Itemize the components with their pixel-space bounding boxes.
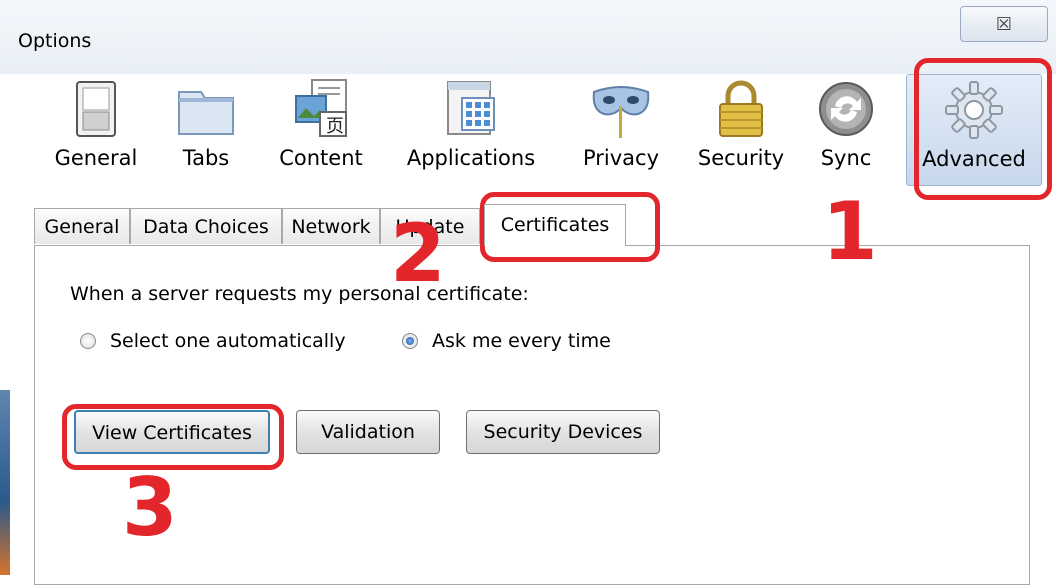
radio-label: Ask me every time xyxy=(432,330,611,352)
security-devices-button[interactable]: Security Devices xyxy=(466,410,660,454)
toolbar-label: Content xyxy=(279,146,363,170)
toolbar-applications[interactable]: Applications xyxy=(396,74,546,184)
toolbar-label: Advanced xyxy=(922,147,1026,171)
padlock-icon xyxy=(719,80,763,137)
certificate-request-prompt: When a server requests my personal certi… xyxy=(70,283,529,305)
close-icon: ☒ xyxy=(995,13,1013,35)
toolbar-label: Security xyxy=(697,146,785,170)
toolbar-tabs[interactable]: Tabs xyxy=(166,74,246,184)
sync-icon xyxy=(819,82,873,136)
view-certificates-button[interactable]: View Certificates xyxy=(74,410,270,454)
close-button[interactable]: ☒ xyxy=(960,6,1048,42)
toolbar-advanced[interactable]: Advanced xyxy=(906,74,1042,186)
toolbar-label: General xyxy=(54,146,138,170)
applications-grid-icon xyxy=(447,81,495,135)
toolbar-label: Sync xyxy=(820,146,872,170)
radio-button[interactable] xyxy=(80,333,96,349)
validation-button[interactable]: Validation xyxy=(296,410,440,454)
annotation-step-1: 1 xyxy=(822,185,878,278)
switch-icon xyxy=(76,81,116,137)
toolbar-content[interactable]: 页 Content xyxy=(266,74,376,184)
gear-icon xyxy=(945,81,1003,139)
annotation-step-3: 3 xyxy=(122,461,178,554)
preferences-toolbar: General Tabs 页 Content Applications Priv… xyxy=(16,74,1046,192)
window-title: Options xyxy=(18,30,92,52)
annotation-step-2: 2 xyxy=(390,207,446,300)
tab-data-choices[interactable]: Data Choices xyxy=(130,208,282,244)
radio-ask-every-time[interactable]: Ask me every time xyxy=(402,330,611,352)
radio-select-automatically[interactable]: Select one automatically xyxy=(80,330,346,352)
tab-general[interactable]: General xyxy=(34,208,130,244)
radio-label: Select one automatically xyxy=(110,330,346,352)
options-window: Options ☒ General Tabs 页 Content Applica… xyxy=(0,0,1056,585)
toolbar-sync[interactable]: Sync xyxy=(806,74,886,184)
toolbar-label: Applications xyxy=(406,146,536,170)
mask-icon xyxy=(592,86,650,138)
toolbar-general[interactable]: General xyxy=(46,74,146,184)
content-image-icon: 页 xyxy=(295,79,347,137)
radio-button[interactable] xyxy=(402,333,418,349)
folder-tabs-icon xyxy=(178,91,234,135)
toolbar-label: Tabs xyxy=(182,146,230,170)
toolbar-security[interactable]: Security xyxy=(691,74,791,184)
toolbar-label: Privacy xyxy=(582,146,660,170)
desktop-edge xyxy=(0,390,10,575)
svg-text:页: 页 xyxy=(326,116,344,137)
title-bar: Options ☒ xyxy=(0,0,1056,74)
tab-network[interactable]: Network xyxy=(282,208,380,244)
tab-certificates[interactable]: Certificates xyxy=(484,204,626,246)
toolbar-privacy[interactable]: Privacy xyxy=(571,74,671,184)
